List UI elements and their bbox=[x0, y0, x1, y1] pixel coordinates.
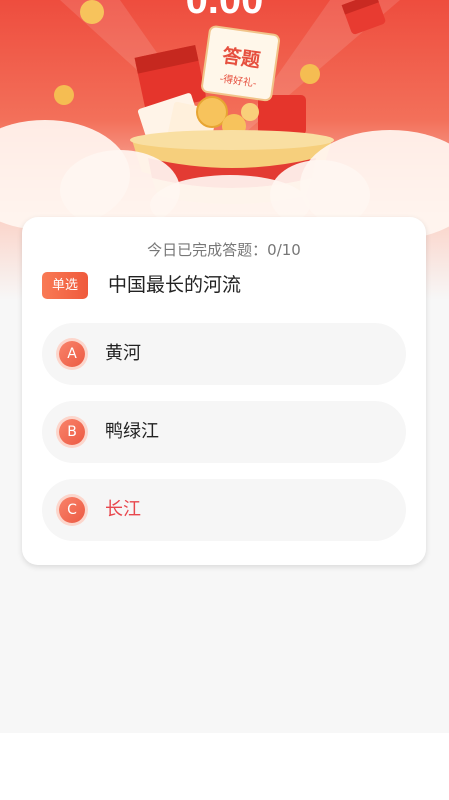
option-label: 鸭绿江 bbox=[105, 421, 159, 442]
bottom-blank-area bbox=[0, 733, 449, 800]
option-b[interactable]: B 鸭绿江 bbox=[42, 401, 406, 463]
option-c[interactable]: C 长江 bbox=[42, 479, 406, 541]
option-letter-badge: C bbox=[59, 497, 85, 523]
daily-progress: 今日已完成答题：0/10 bbox=[147, 241, 301, 259]
coin-icon bbox=[54, 85, 74, 105]
quiz-card: 今日已完成答题：0/10 单选 中国最长的河流 A 黄河 B 鸭绿江 C 长江 bbox=[22, 217, 426, 565]
option-a[interactable]: A 黄河 bbox=[42, 323, 406, 385]
option-label: 长江 bbox=[105, 499, 141, 520]
option-letter-badge: B bbox=[59, 419, 85, 445]
coin-icon bbox=[80, 0, 104, 24]
option-letter-badge: A bbox=[59, 341, 85, 367]
question-text: 中国最长的河流 bbox=[108, 274, 242, 296]
coin-icon bbox=[300, 64, 320, 84]
option-label: 黄河 bbox=[105, 343, 141, 364]
coin-icon bbox=[241, 103, 259, 121]
coin-icon bbox=[196, 96, 228, 128]
question-type-badge: 单选 bbox=[42, 272, 88, 299]
